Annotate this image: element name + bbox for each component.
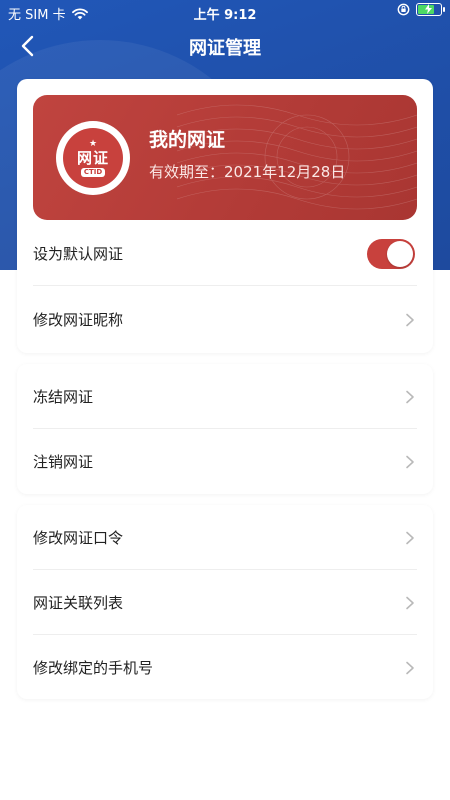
change-phone-row[interactable]: 修改绑定的手机号 [33,635,417,700]
page-title: 网证管理 [189,38,261,59]
rotation-lock-icon [397,3,410,16]
status-right [397,3,445,16]
security-group: 冻结网证 注销网证 [17,364,433,494]
account-group: 修改网证口令 网证关联列表 修改绑定的手机号 [17,505,433,699]
chevron-right-icon [406,390,414,403]
chevron-right-icon [406,531,414,544]
chevron-right-icon [406,661,414,674]
status-bar: 无 SIM 卡 上午 9:12 [0,0,450,24]
identity-card[interactable]: ★ 网证 CTID 我的网证 有效期至：2021年12月28日 [33,95,417,220]
freeze-label: 冻结网证 [33,388,94,406]
change-phone-label: 修改绑定的手机号 [33,659,154,677]
chevron-right-icon [406,455,414,468]
change-password-row[interactable]: 修改网证口令 [33,505,417,570]
linked-list-label: 网证关联列表 [33,594,124,612]
set-default-label: 设为默认网证 [33,245,124,263]
edit-nickname-row[interactable]: 修改网证昵称 [33,287,417,352]
edit-nickname-label: 修改网证昵称 [33,311,124,329]
nav-bar: 网证管理 [0,28,450,64]
default-toggle[interactable] [367,238,415,269]
badge-title: 网证 [76,148,109,167]
battery-icon [416,3,445,16]
charging-bolt-icon [425,4,432,14]
toggle-knob [387,240,413,267]
star-icon: ★ [88,138,98,149]
linked-list-row[interactable]: 网证关联列表 [33,570,417,635]
change-password-label: 修改网证口令 [33,529,124,547]
chevron-right-icon [406,313,414,326]
set-default-row: 设为默认网证 [33,221,417,286]
card-name: 我的网证 [149,129,226,151]
card-validity: 有效期至：2021年12月28日 [149,163,346,181]
chevron-right-icon [406,596,414,609]
status-time: 上午 9:12 [193,8,257,23]
card-guilloche-pattern [177,104,417,210]
cancel-row[interactable]: 注销网证 [33,429,417,494]
badge-subtitle: CTID [80,167,106,177]
freeze-row[interactable]: 冻结网证 [33,364,417,429]
ctid-badge: ★ 网证 CTID [56,121,130,195]
cancel-label: 注销网证 [33,453,94,471]
identity-card-group: ★ 网证 CTID 我的网证 有效期至：2021年12月28日 设为默认网证 修… [17,79,433,353]
